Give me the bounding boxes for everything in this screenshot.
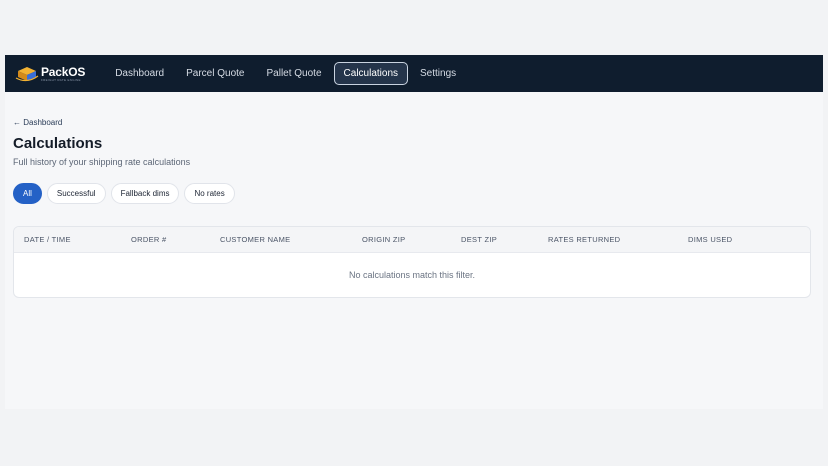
nav-item-dashboard[interactable]: Dashboard [105, 62, 174, 85]
brand-tagline: FREIGHT RATE ENGINE [41, 77, 81, 82]
calculations-table: DATE / TIME ORDER # CUSTOMER NAME ORIGIN… [13, 226, 811, 298]
nav-item-calculations[interactable]: Calculations [333, 62, 409, 85]
table-empty-state: No calculations match this filter. [348, 270, 476, 280]
column-header-dims-used[interactable]: DIMS USED [678, 235, 798, 244]
table-header-row: DATE / TIME ORDER # CUSTOMER NAME ORIGIN… [14, 227, 810, 253]
filter-chip-fallback-dims[interactable]: Fallback dims [110, 183, 180, 204]
filter-chip-all[interactable]: All [13, 183, 42, 204]
column-header-origin-zip[interactable]: ORIGIN ZIP [352, 235, 451, 244]
nav-links: Dashboard Parcel Quote Pallet Quote Calc… [105, 62, 468, 85]
brand-name: PackOS [41, 64, 86, 79]
column-header-date-time[interactable]: DATE / TIME [14, 235, 121, 244]
column-header-dest-zip[interactable]: DEST ZIP [451, 235, 538, 244]
column-header-order-number[interactable]: ORDER # [121, 235, 210, 244]
nav-item-pallet-quote[interactable]: Pallet Quote [256, 62, 331, 85]
page-subtitle: Full history of your shipping rate calcu… [13, 157, 191, 167]
breadcrumb-back-link[interactable]: ← Dashboard [13, 118, 62, 127]
filter-chip-successful[interactable]: Successful [46, 183, 106, 204]
top-navbar: PackOS FREIGHT RATE ENGINE Dashboard Par… [5, 55, 823, 92]
nav-item-parcel-quote[interactable]: Parcel Quote [176, 62, 254, 85]
package-logo-icon [15, 66, 39, 81]
packos-logo[interactable]: PackOS FREIGHT RATE ENGINE [15, 65, 85, 83]
app-window: PackOS FREIGHT RATE ENGINE Dashboard Par… [5, 55, 823, 409]
nav-item-settings[interactable]: Settings [410, 62, 466, 85]
filter-chips: All Successful Fallback dims No rates [13, 183, 815, 204]
column-header-rates-returned[interactable]: RATES RETURNED [538, 235, 678, 244]
column-header-customer-name[interactable]: CUSTOMER NAME [210, 235, 352, 244]
main-content: ← Dashboard Calculations Full history of… [5, 92, 823, 298]
page-title: Calculations [13, 135, 103, 152]
filter-chip-no-rates[interactable]: No rates [184, 183, 235, 204]
